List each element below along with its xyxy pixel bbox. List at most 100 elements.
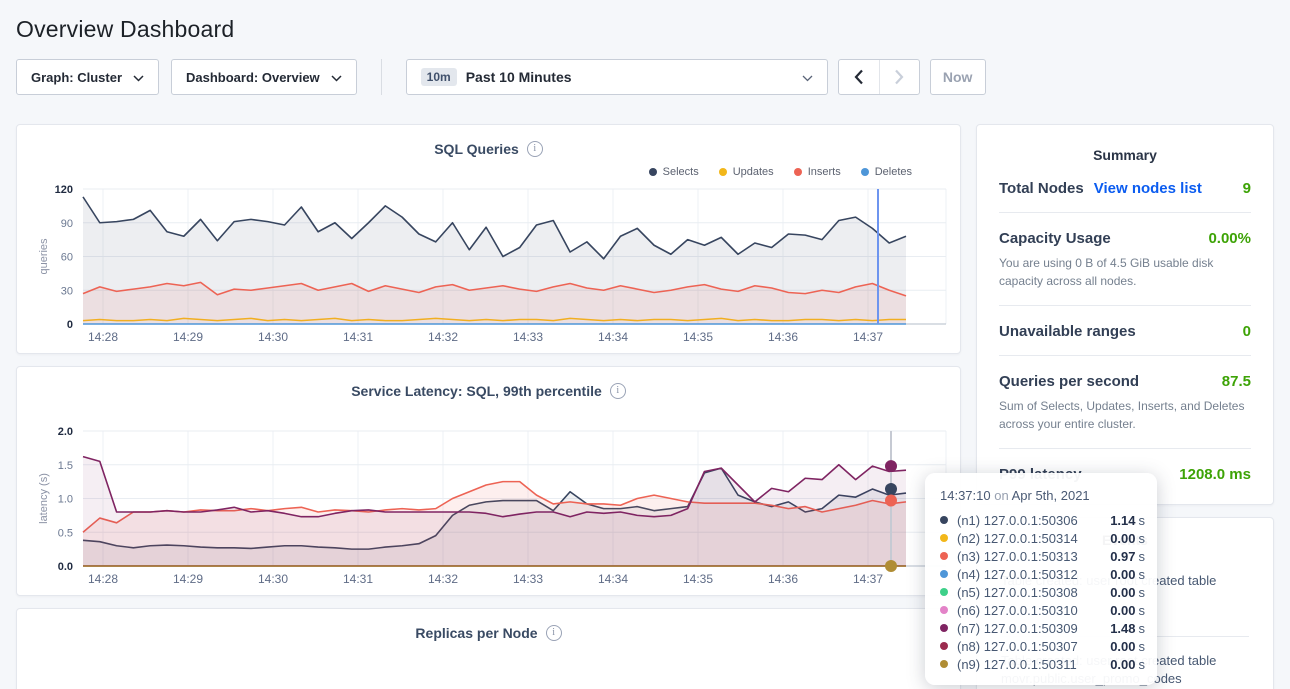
node-color-dot-icon (940, 516, 948, 524)
info-icon[interactable] (546, 625, 562, 641)
tooltip-value-unit: s (1139, 657, 1146, 672)
svg-text:14:33: 14:33 (513, 572, 543, 586)
legend-label: Inserts (808, 166, 841, 178)
tooltip-node-row: (n1) 127.0.0.1:503061.14s (940, 511, 1145, 529)
svg-text:14:32: 14:32 (428, 572, 458, 586)
dashboard-dropdown-label: Dashboard: Overview (186, 70, 320, 85)
overview-dashboard-page: Overview Dashboard Graph: Cluster Dashbo… (0, 0, 1290, 689)
graph-dropdown-label: Graph: Cluster (31, 70, 122, 85)
svg-text:14:31: 14:31 (343, 572, 373, 586)
svg-text:14:33: 14:33 (513, 330, 543, 344)
tooltip-node-value: 0.00s (1110, 657, 1145, 672)
toolbar-separator (381, 59, 382, 95)
tooltip-value-unit: s (1139, 585, 1146, 600)
svg-text:14:28: 14:28 (88, 572, 118, 586)
svg-text:14:37: 14:37 (853, 330, 883, 344)
node-color-dot-icon (940, 570, 948, 578)
tooltip-value-unit: s (1139, 621, 1146, 636)
node-color-dot-icon (940, 588, 948, 596)
svg-text:14:35: 14:35 (683, 572, 713, 586)
chevron-down-icon (802, 69, 813, 85)
tooltip-node-row: (n6) 127.0.0.1:503100.00s (940, 601, 1145, 619)
legend-dot-icon (719, 168, 727, 176)
tooltip-node-value: 0.00s (1110, 585, 1145, 600)
svg-text:14:29: 14:29 (173, 572, 203, 586)
tooltip-node-label: (n5) 127.0.0.1:50308 (957, 585, 1110, 600)
svg-text:1.5: 1.5 (58, 460, 73, 472)
time-step-buttons (838, 59, 920, 95)
graph-dropdown[interactable]: Graph: Cluster (16, 59, 159, 95)
tooltip-node-value: 1.14s (1110, 513, 1145, 528)
node-color-dot-icon (940, 660, 948, 668)
tooltip-value-unit: s (1139, 567, 1146, 582)
time-range-dropdown[interactable]: 10m Past 10 Minutes (406, 59, 828, 95)
chart-hover-tooltip: 14:37:10 on Apr 5th, 2021 (n1) 127.0.0.1… (925, 473, 1157, 685)
legend-item[interactable]: Deletes (861, 166, 912, 178)
tooltip-node-row: (n8) 127.0.0.1:503070.00s (940, 637, 1145, 655)
svg-text:queries: queries (38, 238, 50, 275)
time-range-badge: 10m (421, 68, 457, 86)
time-back-button[interactable] (839, 60, 879, 94)
capacity-usage-row: Capacity Usage 0.00% You are using 0 B o… (999, 213, 1251, 306)
tooltip-node-row: (n5) 127.0.0.1:503080.00s (940, 583, 1145, 601)
svg-text:14:34: 14:34 (598, 572, 628, 586)
svg-text:14:36: 14:36 (768, 330, 798, 344)
chart-title: Replicas per Node (415, 625, 537, 641)
svg-text:latency (s): latency (s) (38, 473, 50, 524)
sql-queries-chart[interactable]: 14:2814:2914:3014:3114:3214:3314:3414:35… (31, 181, 948, 347)
info-icon[interactable] (610, 383, 626, 399)
unavailable-ranges-row: Unavailable ranges 0 (999, 306, 1251, 356)
tooltip-node-label: (n6) 127.0.0.1:50310 (957, 603, 1110, 618)
summary-title: Summary (999, 125, 1251, 163)
legend-dot-icon (861, 168, 869, 176)
tooltip-node-label: (n3) 127.0.0.1:50313 (957, 549, 1110, 564)
node-color-dot-icon (940, 606, 948, 614)
chart-title: Service Latency: SQL, 99th percentile (351, 383, 602, 399)
chevron-right-icon (894, 69, 904, 85)
svg-text:1.0: 1.0 (58, 494, 73, 506)
svg-text:14:29: 14:29 (173, 330, 203, 344)
legend-item[interactable]: Inserts (794, 166, 841, 178)
svg-text:0.5: 0.5 (58, 527, 73, 539)
sql-queries-chart-card: SQL Queries SelectsUpdatesInsertsDeletes… (16, 124, 961, 354)
replicas-per-node-chart-card: Replicas per Node (16, 608, 961, 689)
time-forward-button[interactable] (879, 60, 919, 94)
legend-label: Deletes (875, 166, 912, 178)
tooltip-node-row: (n2) 127.0.0.1:503140.00s (940, 529, 1145, 547)
dashboard-dropdown[interactable]: Dashboard: Overview (171, 59, 357, 95)
chevron-down-icon (133, 70, 144, 85)
tooltip-node-label: (n8) 127.0.0.1:50307 (957, 639, 1110, 654)
tooltip-node-row: (n7) 127.0.0.1:503091.48s (940, 619, 1145, 637)
time-range-label: Past 10 Minutes (466, 69, 572, 85)
svg-text:14:32: 14:32 (428, 330, 458, 344)
capacity-usage-value: 0.00% (1208, 230, 1251, 247)
svg-text:60: 60 (61, 252, 73, 264)
dashboard-toolbar: Graph: Cluster Dashboard: Overview 10m P… (16, 59, 1274, 95)
legend-item[interactable]: Selects (649, 166, 699, 178)
svg-text:30: 30 (61, 285, 73, 297)
info-icon[interactable] (527, 141, 543, 157)
tooltip-node-label: (n2) 127.0.0.1:50314 (957, 531, 1110, 546)
legend-item[interactable]: Updates (719, 166, 774, 178)
total-nodes-label: Total Nodes (999, 180, 1084, 197)
node-color-dot-icon (940, 642, 948, 650)
tooltip-node-row: (n9) 127.0.0.1:503110.00s (940, 655, 1145, 673)
total-nodes-value: 9 (1243, 180, 1251, 197)
now-button[interactable]: Now (930, 59, 986, 95)
view-nodes-list-link[interactable]: View nodes list (1094, 180, 1202, 197)
service-latency-chart-card: Service Latency: SQL, 99th percentile 14… (16, 366, 961, 596)
tooltip-value-unit: s (1139, 531, 1146, 546)
svg-text:14:28: 14:28 (88, 330, 118, 344)
service-latency-chart[interactable]: 14:2814:2914:3014:3114:3214:3314:3414:35… (31, 423, 948, 589)
legend-dot-icon (649, 168, 657, 176)
svg-text:14:36: 14:36 (768, 572, 798, 586)
node-color-dot-icon (940, 624, 948, 632)
queries-per-second-description: Sum of Selects, Updates, Inserts, and De… (999, 397, 1251, 433)
tooltip-node-value: 0.97s (1110, 549, 1145, 564)
tooltip-node-row: (n3) 127.0.0.1:503130.97s (940, 547, 1145, 565)
tooltip-node-label: (n7) 127.0.0.1:50309 (957, 621, 1110, 636)
chevron-down-icon (331, 70, 342, 85)
chart-legend: Selects Updates Inserts Deletes (31, 163, 946, 181)
svg-text:14:37: 14:37 (853, 572, 883, 586)
tooltip-node-value: 0.00s (1110, 531, 1145, 546)
